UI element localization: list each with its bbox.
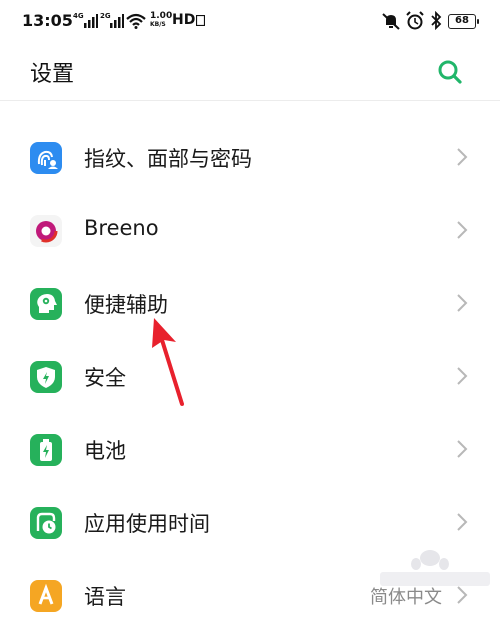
settings-item-label: Breeno [84,216,159,240]
status-time: 13:05 [22,11,73,30]
search-icon [438,60,462,84]
language-icon [30,580,62,612]
chevron-right-icon [457,440,468,458]
settings-item-label: 电池 [84,439,126,463]
signal-icon [84,14,98,28]
chevron-right-icon [457,367,468,385]
status-bar: 13:05 4G 2G 1.00 KB/S HD 68 [0,0,500,44]
battery-indicator: 68 [448,14,479,29]
fingerprint-face-icon [30,142,62,174]
watermark-logo-icon [380,550,490,586]
settings-item-label: 指纹、面部与密码 [84,147,252,171]
bluetooth-icon [431,11,442,30]
wifi-icon [126,13,146,29]
chevron-right-icon [457,294,468,312]
settings-item-fingerprint-face-password[interactable]: 指纹、面部与密码 [0,121,500,194]
net-speed-unit: KB/S [150,21,166,28]
page-title: 设置 [30,62,75,87]
breeno-icon [30,215,62,247]
signal-icon-2 [110,14,124,28]
annotation-arrow-icon [152,318,184,406]
alarm-icon [406,11,424,30]
settings-item-security[interactable]: 安全 [0,340,500,413]
settings-item-convenience-assist[interactable]: 便捷辅助 [0,267,500,340]
settings-item-label: 语言 [84,585,126,609]
network-4g-label: 4G [73,12,84,20]
chevron-right-icon [457,513,468,531]
app-usage-time-icon [30,507,62,539]
title-bar: 设置 [0,44,500,101]
settings-item-label: 安全 [84,366,126,390]
chevron-right-icon [457,221,468,239]
chevron-right-icon [457,148,468,166]
battery-icon [30,434,62,466]
settings-item-label: 应用使用时间 [84,512,210,536]
search-button[interactable] [434,56,466,88]
security-shield-icon [30,361,62,393]
hd-indicator-icon [196,15,205,26]
net-speed-value: 1.00 [150,11,173,21]
convenience-assist-icon [30,288,62,320]
mute-bell-icon [382,13,400,30]
hd-label: HD [172,12,196,28]
settings-item-battery[interactable]: 电池 [0,413,500,486]
settings-item-breeno[interactable]: Breeno [0,194,500,267]
